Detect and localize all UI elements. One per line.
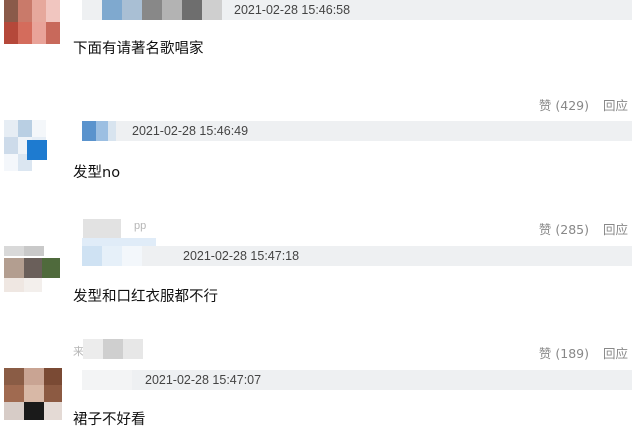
avatar[interactable] [4, 246, 64, 294]
comment-timestamp: 2021-02-28 15:46:49 [132, 124, 249, 138]
reply-button[interactable]: 回应 [603, 222, 628, 237]
username-redacted[interactable] [102, 0, 122, 20]
avatar[interactable] [4, 368, 64, 420]
avatar[interactable] [4, 120, 60, 172]
comment-text: 下面有请著名歌唱家 [73, 41, 204, 57]
comment-actions: 赞 (285) 回应 [529, 219, 628, 238]
avatar[interactable] [4, 0, 60, 44]
comment-meta-bar: 2021-02-28 15:47:18 [82, 246, 632, 266]
comment-timestamp: 2021-02-28 15:47:07 [145, 373, 262, 387]
comment-meta-bar: 2021-02-28 15:46:58 [82, 0, 632, 20]
like-button[interactable]: 赞 (189) [539, 346, 589, 361]
comment-meta-bar: 2021-02-28 15:46:49 [82, 121, 632, 141]
comment-timestamp: 2021-02-28 15:47:18 [183, 249, 300, 263]
username-redacted[interactable] [83, 219, 121, 239]
comment-timestamp: 2021-02-28 15:46:58 [234, 3, 351, 17]
username-fragment: pp [134, 220, 147, 232]
username-redacted[interactable] [83, 339, 143, 359]
username-redacted[interactable] [82, 121, 96, 141]
comment-text: 发型和口红衣服都不行 [73, 289, 218, 305]
like-button[interactable]: 赞 (285) [539, 222, 589, 237]
reply-button[interactable]: 回应 [603, 346, 628, 361]
comment-text: 裙子不好看 [73, 412, 146, 428]
comment-actions: 赞 (429) 回应 [529, 95, 628, 114]
reply-button[interactable]: 回应 [603, 98, 628, 113]
like-button[interactable]: 赞 (429) [539, 98, 589, 113]
comment-text: 发型no [73, 165, 121, 181]
comment-actions: 赞 (189) 回应 [529, 343, 628, 362]
comment-meta-bar: 2021-02-28 15:47:07 [82, 370, 632, 390]
